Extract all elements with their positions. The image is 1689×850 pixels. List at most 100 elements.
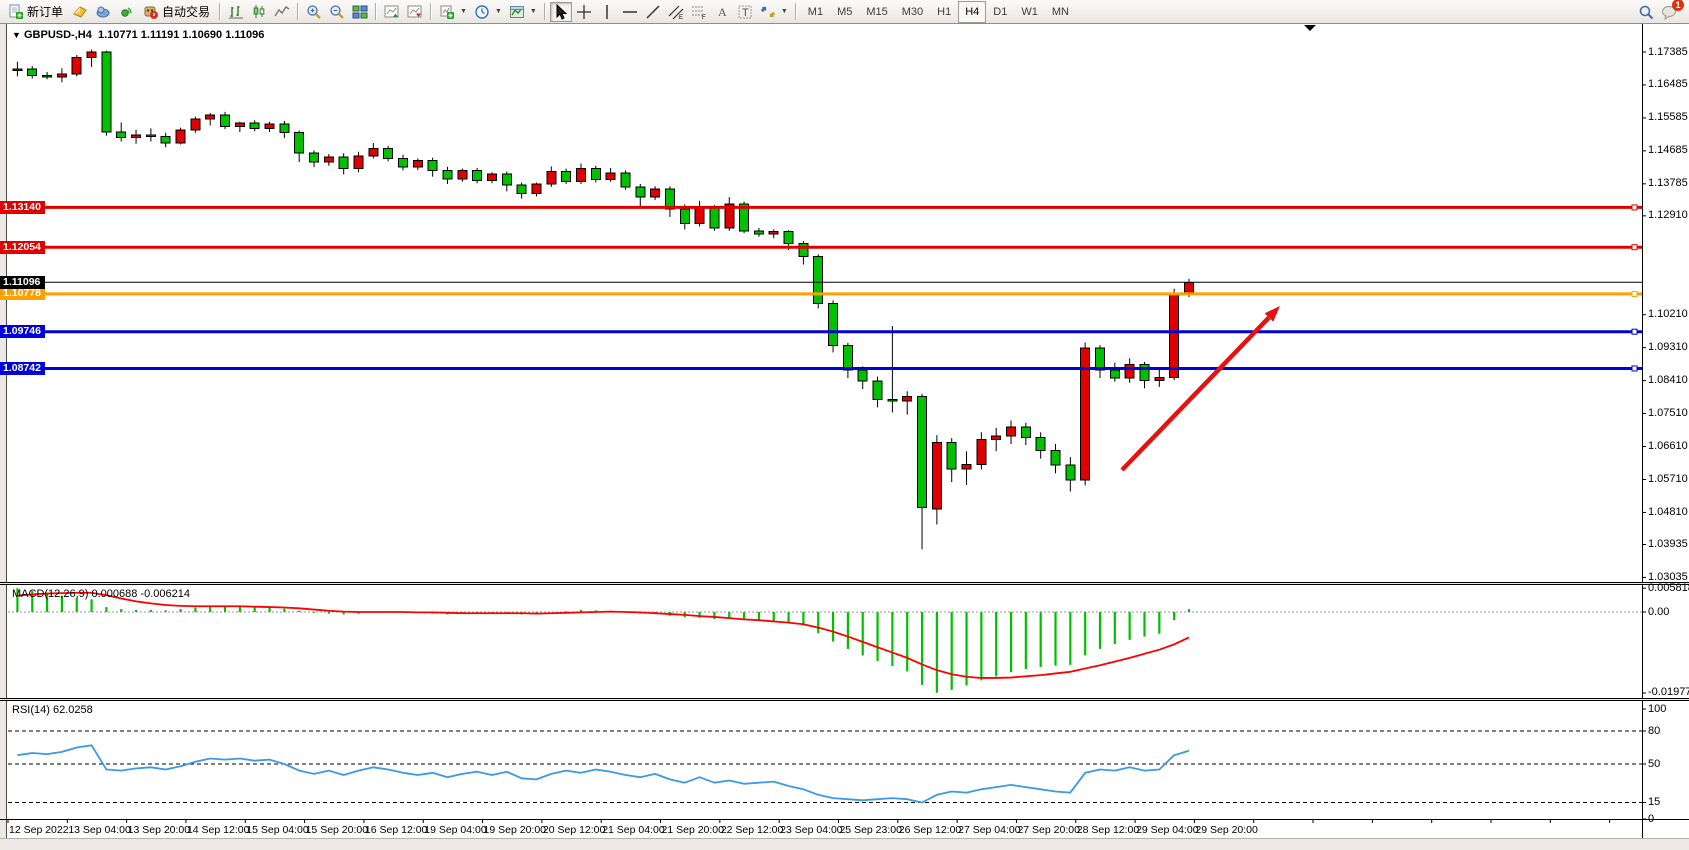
time-axis-label: 21 Sep 04:00 [602,824,664,836]
periods-button[interactable]: ▼ [471,2,505,22]
macd-label: MACD(12,26,9) 0.000688 -0.006214 [12,588,190,600]
macd-tick-label: 0.005818 [1648,582,1689,594]
timeframe-button-h4[interactable]: H4 [958,1,986,23]
text-label-icon: T [737,4,753,20]
zoom-in-button[interactable] [303,2,325,22]
dropdown-arrow-icon: ▼ [781,8,788,15]
svg-text:A: A [718,5,727,19]
symbol-period-label: GBPUSD-,H4 [24,29,92,41]
crosshair-tool-button[interactable] [573,2,595,22]
quotes-button[interactable] [69,2,91,22]
bar-chart-button[interactable] [225,2,247,22]
collapse-triangle-icon[interactable]: ▼ [12,30,21,40]
timeframe-button-m1[interactable]: M1 [801,1,830,23]
horizontal-line-tool-button[interactable] [619,2,641,22]
new-order-label: 新订单 [27,3,63,20]
fibonacci-tool-button[interactable]: F [688,2,710,22]
time-axis-label: 15 Sep 04:00 [246,824,308,836]
channel-tool-button[interactable]: E [665,2,687,22]
rsi-tick-label: 15 [1648,796,1660,808]
text-tool-button[interactable]: A [711,2,733,22]
chart-shift-marker-icon[interactable] [1304,25,1316,31]
templates-button[interactable]: ▼ [506,2,540,22]
clock-icon [474,4,490,20]
new-chart-button[interactable]: ▼ [436,2,470,22]
dropdown-arrow-icon: ▼ [460,8,467,15]
tile-windows-button[interactable] [349,2,371,22]
svg-text:E: E [679,15,683,20]
timeframe-button-h1[interactable]: H1 [930,1,958,23]
zoom-out-button[interactable] [326,2,348,22]
trendline-tool-button[interactable] [642,2,664,22]
price-tick-label: 1.05710 [1648,473,1688,485]
cursor-icon [553,4,569,20]
hline-1.08742[interactable] [8,366,1642,371]
line-chart-button[interactable] [271,2,293,22]
cursor-tool-button[interactable] [550,2,572,22]
time-axis-label: 15 Sep 20:00 [306,824,368,836]
price-level-badge: 1.10778 [0,287,45,300]
zoom-out-icon [329,4,345,20]
auto-trading-label: 自动交易 [162,3,210,20]
toolbar-separator [795,3,797,20]
timeframe-button-m15[interactable]: M15 [859,1,894,23]
time-axis-label: 29 Sep 04:00 [1136,824,1198,836]
price-tick-label: 1.17385 [1648,46,1688,58]
market-button[interactable] [92,2,114,22]
price-tick-label: 1.03935 [1648,538,1688,550]
price-level-badge: 1.12054 [0,241,45,254]
time-axis-label: 28 Sep 12:00 [1077,824,1139,836]
time-axis-label: 16 Sep 12:00 [365,824,427,836]
template-icon [509,4,525,20]
timeframe-button-w1[interactable]: W1 [1014,1,1045,23]
new-chart-icon [439,4,455,20]
hline-1.13140[interactable] [8,205,1642,210]
tile-windows-icon [352,4,368,20]
price-tick-label: 1.07510 [1648,407,1688,419]
search-button[interactable] [1635,2,1657,22]
hline-1.09746[interactable] [8,329,1642,334]
line-chart-icon [274,4,290,20]
vertical-line-icon [599,4,615,20]
time-axis-label: 19 Sep 20:00 [484,824,546,836]
signals-button[interactable] [115,2,137,22]
time-axis-label: 27 Sep 04:00 [958,824,1020,836]
price-tick-label: 1.04810 [1648,506,1688,518]
time-axis-label: 26 Sep 12:00 [899,824,961,836]
timeframe-button-mn[interactable]: MN [1045,1,1076,23]
crosshair-icon [576,4,592,20]
current-price-badge: 1.11096 [0,276,45,289]
text-label-tool-button[interactable]: T [734,2,756,22]
vertical-line-tool-button[interactable] [596,2,618,22]
time-axis-label: 12 Sep 2022 [9,824,69,836]
time-axis-label: 20 Sep 12:00 [543,824,605,836]
time-axis-label: 19 Sep 04:00 [424,824,486,836]
price-tick-label: 1.15585 [1648,111,1688,123]
indicator-window-button[interactable] [381,2,403,22]
toolbar-separator [544,3,546,20]
auto-trading-button[interactable]: 自动交易 [138,2,215,22]
toolbar-separator [375,3,377,20]
auto-trading-icon [143,4,159,20]
hline-1.12054[interactable] [8,245,1642,250]
indicator-window-alt-button[interactable] [404,2,426,22]
rsi-tick-label: 50 [1648,758,1660,770]
rsi-line [17,745,1189,802]
arrows-tool-button[interactable]: ▼ [757,2,791,22]
timeframe-button-m5[interactable]: M5 [830,1,859,23]
timeframe-button-m30[interactable]: M30 [895,1,930,23]
new-order-button[interactable]: 新订单 [3,2,68,22]
svg-text:T: T [742,7,749,19]
notifications-button[interactable]: 1 [1658,2,1680,22]
candlestick-series [13,50,1194,550]
time-axis-label: 21 Sep 20:00 [662,824,724,836]
time-axis-label: 29 Sep 20:00 [1195,824,1257,836]
candlestick-chart-button[interactable] [248,2,270,22]
hline-1.10778[interactable] [8,291,1642,296]
svg-text:F: F [702,15,706,20]
price-tick-label: 1.13785 [1648,177,1688,189]
equidistant-channel-icon: E [668,4,684,20]
timeframe-button-d1[interactable]: D1 [986,1,1014,23]
dropdown-arrow-icon: ▼ [530,8,537,15]
timeframe-toolbar: M1M5M15M30H1H4D1W1MN [801,1,1076,23]
